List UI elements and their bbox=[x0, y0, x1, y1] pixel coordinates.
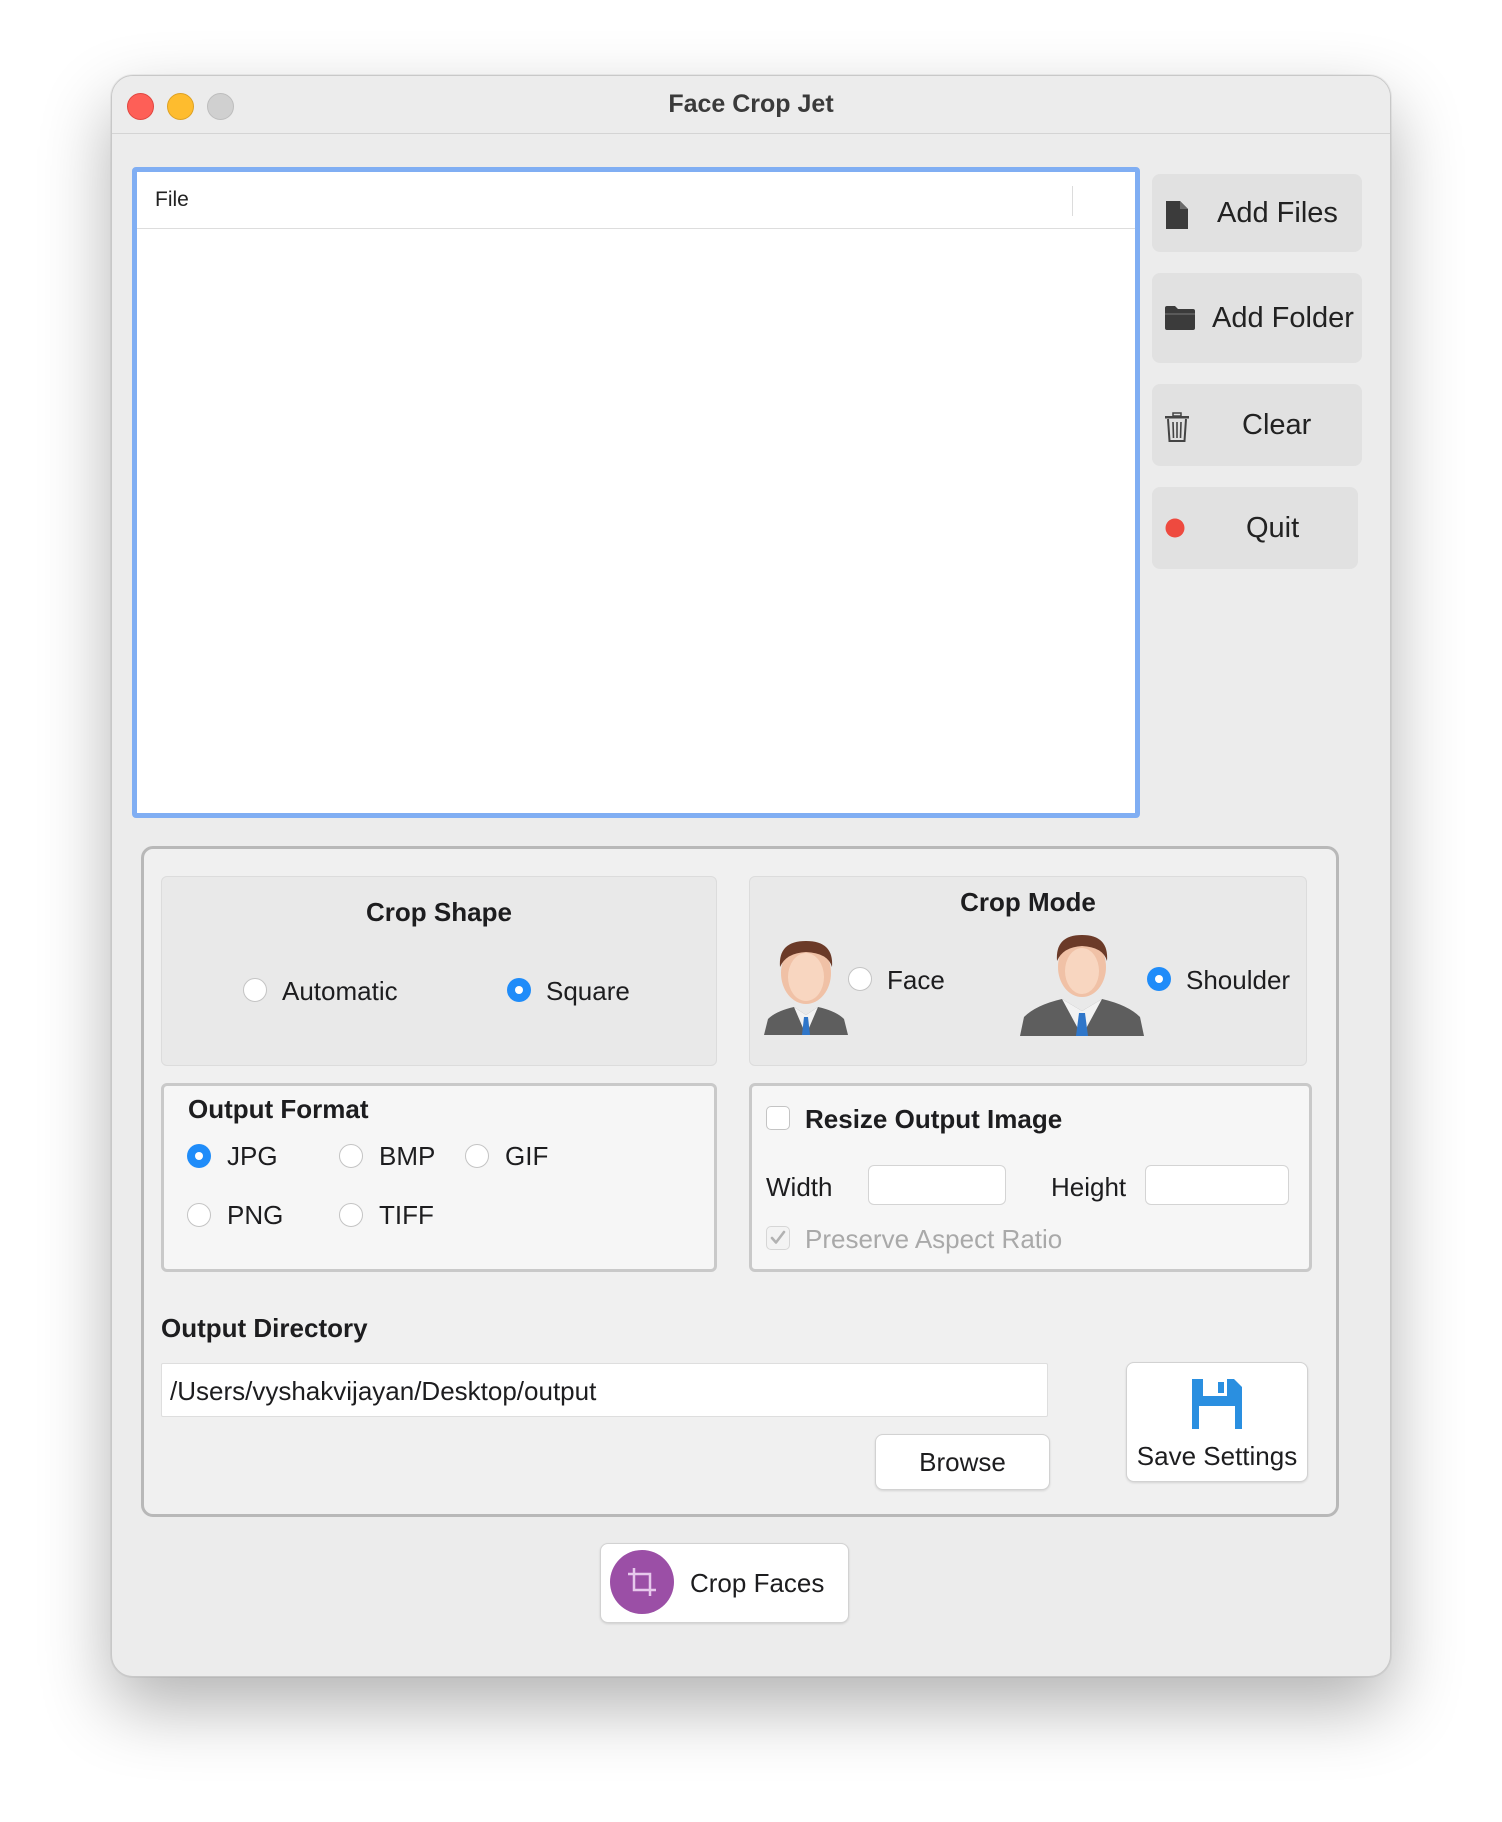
output-format-title: Output Format bbox=[188, 1094, 369, 1124]
jpg-radio[interactable] bbox=[187, 1144, 211, 1168]
file-icon bbox=[1166, 201, 1188, 229]
floppy-disk-icon bbox=[1192, 1379, 1242, 1429]
red-dot-icon bbox=[1165, 518, 1185, 538]
automatic-radio[interactable] bbox=[243, 978, 267, 1002]
crop-mode-group: Crop Mode Face Shoulder bbox=[749, 876, 1307, 1066]
png-radio[interactable] bbox=[187, 1203, 211, 1227]
width-input[interactable] bbox=[868, 1165, 1006, 1205]
resize-title[interactable]: Resize Output Image bbox=[805, 1104, 1062, 1135]
face-label[interactable]: Face bbox=[887, 965, 945, 996]
crop-faces-button[interactable]: Crop Faces bbox=[600, 1543, 849, 1623]
shoulder-mode-icon bbox=[1020, 935, 1144, 1036]
trash-icon bbox=[1165, 412, 1189, 442]
browse-label: Browse bbox=[919, 1446, 1006, 1477]
shoulder-radio[interactable] bbox=[1147, 967, 1171, 991]
quit-button[interactable]: Quit bbox=[1152, 487, 1358, 569]
file-column-header[interactable]: File bbox=[155, 188, 189, 212]
output-format-group: Output Format JPG BMP GIF PNG TIFF bbox=[161, 1083, 717, 1272]
height-label: Height bbox=[1051, 1172, 1127, 1202]
title-bar: Face Crop Jet bbox=[112, 76, 1390, 134]
save-settings-label: Save Settings bbox=[1136, 1441, 1298, 1471]
settings-panel: Crop Shape Automatic Square Crop Mode Fa… bbox=[141, 846, 1339, 1517]
square-radio[interactable] bbox=[507, 978, 531, 1002]
bmp-radio[interactable] bbox=[339, 1144, 363, 1168]
preserve-aspect-checkbox[interactable] bbox=[766, 1226, 790, 1250]
height-input[interactable] bbox=[1145, 1165, 1289, 1205]
browse-button[interactable]: Browse bbox=[875, 1434, 1050, 1490]
clear-button[interactable]: Clear bbox=[1152, 384, 1362, 466]
crop-mode-title: Crop Mode bbox=[960, 887, 1096, 917]
crop-icon bbox=[610, 1550, 674, 1614]
checkmark-icon bbox=[770, 1230, 786, 1244]
face-mode-icon bbox=[764, 941, 848, 1035]
gif-radio[interactable] bbox=[465, 1144, 489, 1168]
quit-label: Quit bbox=[1246, 511, 1300, 544]
resize-group: Resize Output Image Width Height Preserv… bbox=[749, 1083, 1312, 1272]
add-folder-button[interactable]: Add Folder bbox=[1152, 273, 1362, 363]
add-files-button[interactable]: Add Files bbox=[1152, 174, 1362, 252]
face-radio[interactable] bbox=[848, 967, 872, 991]
tiff-label[interactable]: TIFF bbox=[379, 1200, 434, 1231]
crop-shape-title: Crop Shape bbox=[366, 897, 512, 927]
tiff-radio[interactable] bbox=[339, 1203, 363, 1227]
preserve-aspect-label: Preserve Aspect Ratio bbox=[805, 1224, 1063, 1254]
width-label: Width bbox=[766, 1172, 833, 1202]
gif-label[interactable]: GIF bbox=[505, 1141, 548, 1172]
crop-shape-group: Crop Shape Automatic Square bbox=[161, 876, 717, 1066]
resize-checkbox[interactable] bbox=[766, 1106, 790, 1130]
add-files-label: Add Files bbox=[1217, 196, 1338, 229]
app-window: Face Crop Jet File Add Files Add Folder bbox=[111, 75, 1391, 1677]
crop-faces-label: Crop Faces bbox=[690, 1568, 825, 1598]
save-settings-button[interactable]: Save Settings bbox=[1126, 1362, 1308, 1482]
add-folder-label: Add Folder bbox=[1212, 301, 1354, 334]
column-separator bbox=[1072, 186, 1073, 216]
window-title: Face Crop Jet bbox=[668, 90, 834, 118]
file-list[interactable]: File bbox=[132, 167, 1140, 818]
output-directory-path: /Users/vyshakvijayan/Desktop/output bbox=[170, 1376, 597, 1406]
clear-label: Clear bbox=[1242, 408, 1312, 441]
output-directory-title: Output Directory bbox=[161, 1313, 368, 1343]
bmp-label[interactable]: BMP bbox=[379, 1141, 435, 1172]
jpg-label[interactable]: JPG bbox=[227, 1141, 278, 1172]
square-label[interactable]: Square bbox=[546, 976, 630, 1007]
automatic-label[interactable]: Automatic bbox=[282, 976, 398, 1007]
output-directory-input[interactable]: /Users/vyshakvijayan/Desktop/output bbox=[161, 1363, 1048, 1417]
png-label[interactable]: PNG bbox=[227, 1200, 283, 1231]
shoulder-label[interactable]: Shoulder bbox=[1186, 965, 1290, 996]
folder-icon bbox=[1165, 306, 1195, 330]
file-list-header: File bbox=[137, 172, 1135, 229]
